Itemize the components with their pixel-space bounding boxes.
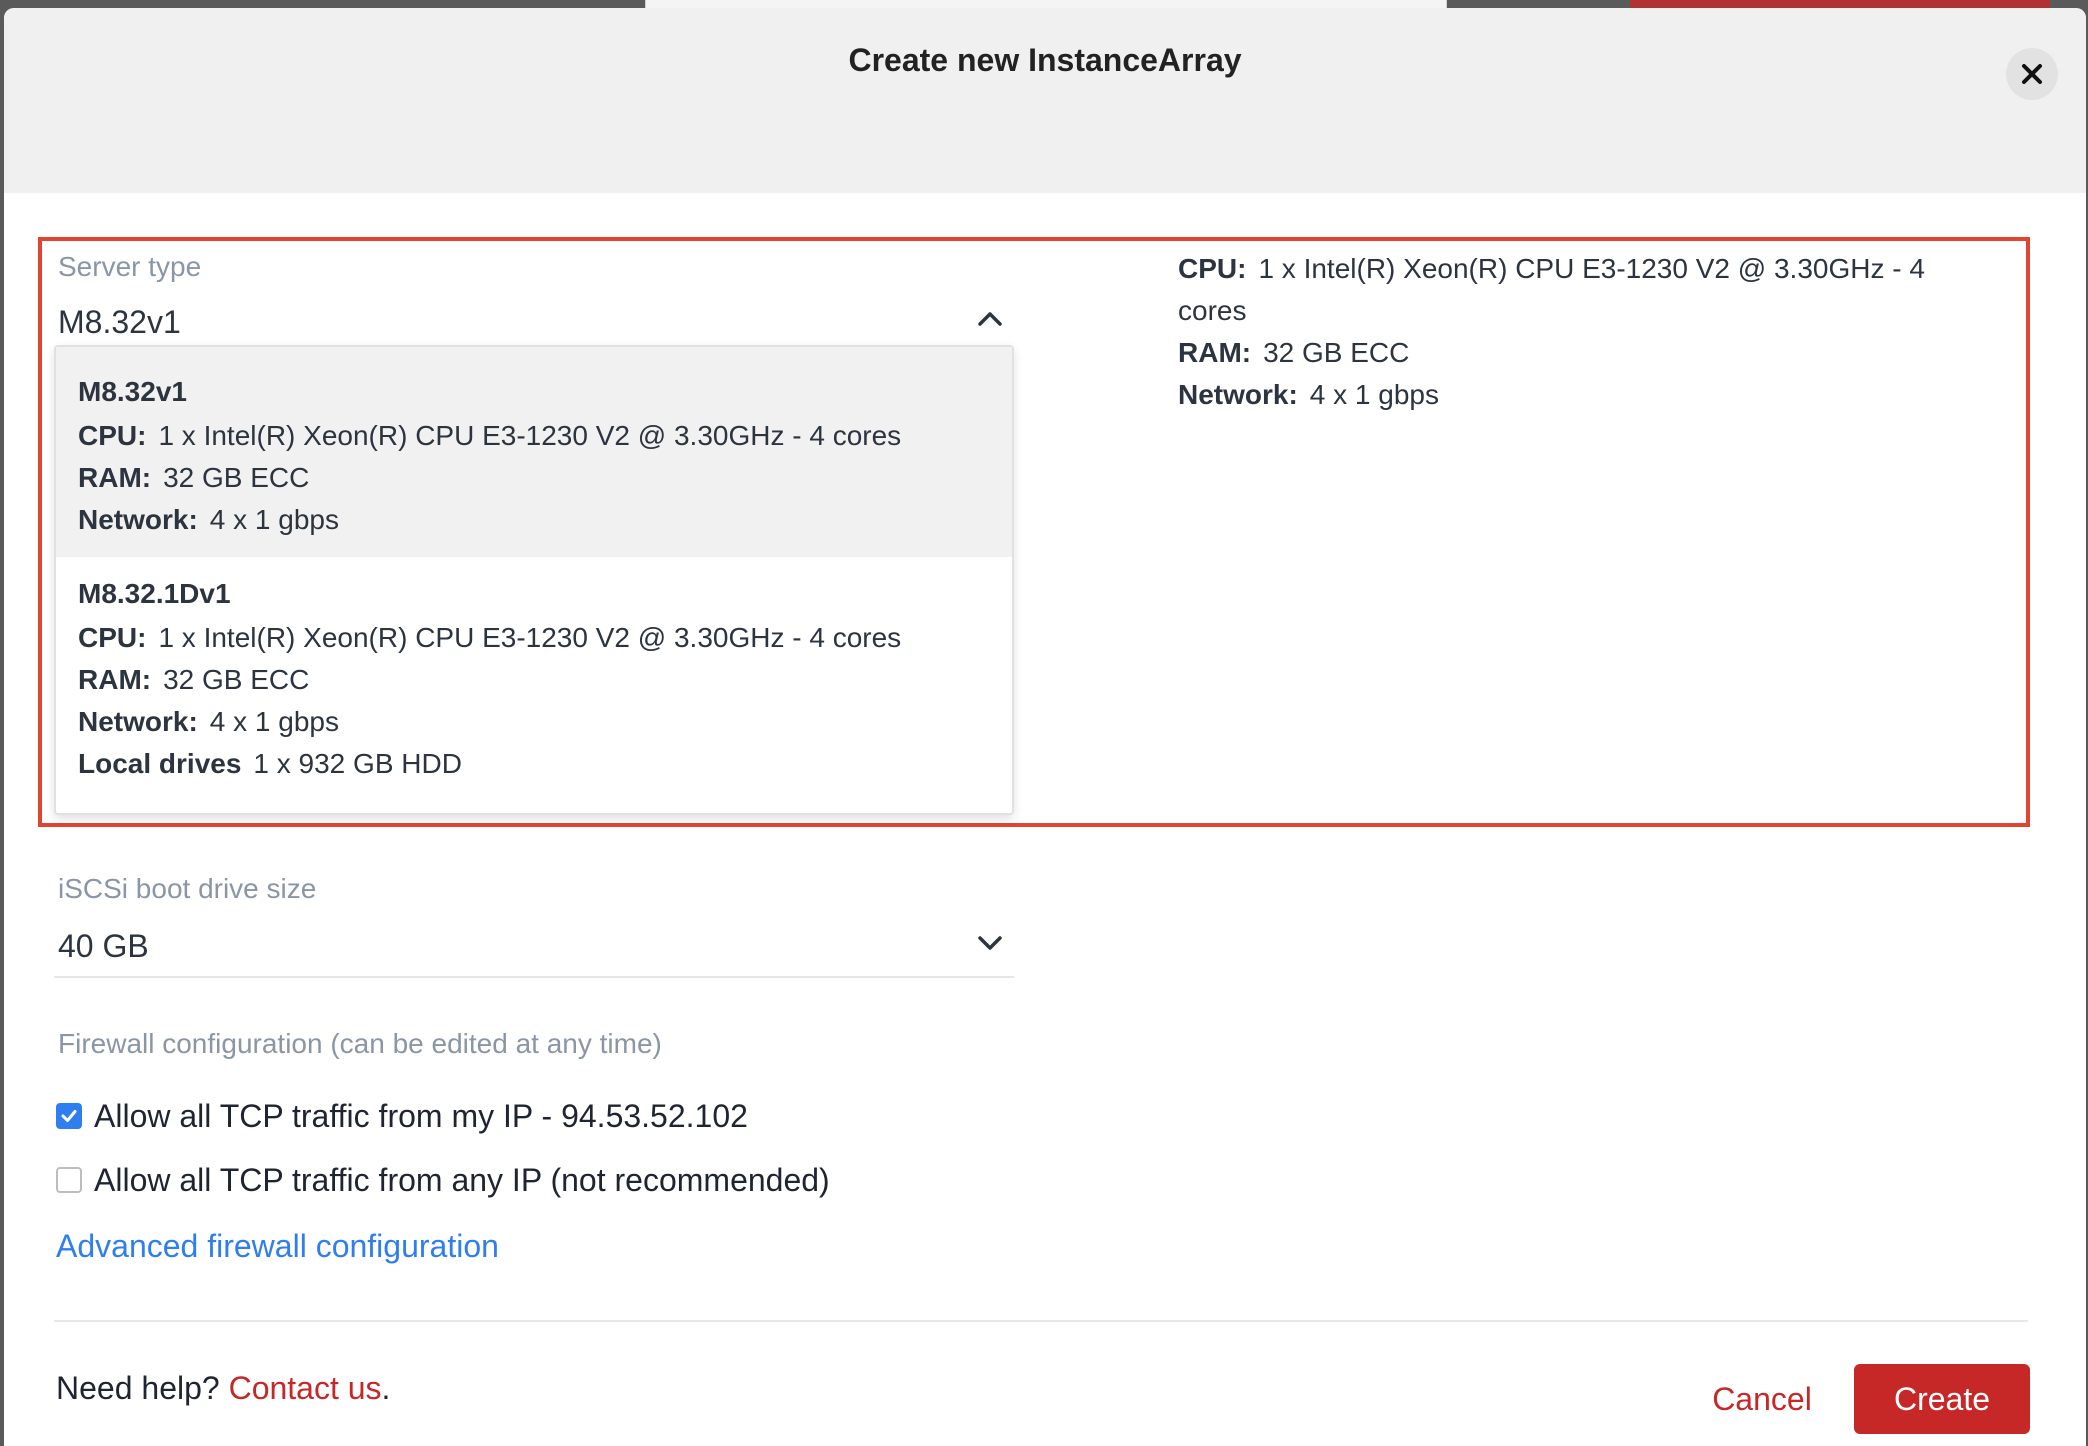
- allow-my-ip-checkbox[interactable]: [56, 1103, 82, 1129]
- modal-title: Create new InstanceArray: [848, 42, 1242, 78]
- advanced-firewall-link[interactable]: Advanced firewall configuration: [56, 1228, 499, 1265]
- background-accent: [1630, 0, 2050, 8]
- option-name: M8.32v1: [78, 376, 187, 407]
- create-button[interactable]: Create: [1854, 1364, 2030, 1434]
- footer-divider: [54, 1320, 2028, 1322]
- chevron-up-icon: [978, 312, 1002, 326]
- option-cpu: CPU: 1 x Intel(R) Xeon(R) CPU E3-1230 V2 …: [78, 420, 902, 451]
- boot-drive-select[interactable]: 40 GB: [54, 920, 1014, 978]
- server-type-summary: CPU: 1 x Intel(R) Xeon(R) CPU E3-1230 V2 …: [1178, 248, 1998, 416]
- chevron-down-icon: [978, 936, 1002, 950]
- modal-header: Create new InstanceArray: [4, 8, 2086, 193]
- boot-drive-label: iSCSi boot drive size: [58, 873, 317, 904]
- server-type-select[interactable]: M8.32v1: [54, 296, 1014, 352]
- summary-cpu: CPU: 1 x Intel(R) Xeon(R) CPU E3-1230 V2 …: [1178, 253, 1925, 326]
- server-type-label: Server type: [58, 251, 202, 282]
- close-button[interactable]: [2006, 48, 2058, 100]
- allow-any-ip-checkbox-row[interactable]: Allow all TCP traffic from any IP (not r…: [56, 1160, 830, 1200]
- server-option-m8-32v1[interactable]: M8.32v1 CPU: 1 x Intel(R) Xeon(R) CPU E3-…: [56, 347, 1012, 557]
- option-cpu: CPU: 1 x Intel(R) Xeon(R) CPU E3-1230 V2 …: [78, 622, 902, 653]
- firewall-label: Firewall configuration (can be edited at…: [58, 1028, 662, 1059]
- allow-my-ip-label: Allow all TCP traffic from my IP - 94.53…: [94, 1097, 748, 1134]
- option-ram: RAM: 32 GB ECC: [78, 664, 310, 695]
- check-icon: [61, 1110, 77, 1122]
- server-type-dropdown: M8.32v1 CPU: 1 x Intel(R) Xeon(R) CPU E3-…: [54, 345, 1014, 815]
- boot-drive-value: 40 GB: [58, 928, 149, 964]
- option-name: M8.32.1Dv1: [78, 578, 231, 609]
- close-icon: [2022, 64, 2042, 84]
- option-network: Network: 4 x 1 gbps: [78, 504, 339, 535]
- option-network: Network: 4 x 1 gbps: [78, 706, 339, 737]
- option-ram: RAM: 32 GB ECC: [78, 462, 310, 493]
- server-type-value: M8.32v1: [58, 304, 181, 340]
- allow-my-ip-checkbox-row[interactable]: Allow all TCP traffic from my IP - 94.53…: [56, 1096, 748, 1136]
- contact-us-link[interactable]: Contact us: [229, 1370, 382, 1406]
- allow-any-ip-checkbox[interactable]: [56, 1167, 82, 1193]
- server-option-m8-32-1dv1[interactable]: M8.32.1Dv1 CPU: 1 x Intel(R) Xeon(R) CPU …: [56, 557, 1012, 813]
- cancel-button[interactable]: Cancel: [1692, 1364, 1832, 1434]
- summary-network: Network: 4 x 1 gbps: [1178, 379, 1439, 410]
- allow-any-ip-label: Allow all TCP traffic from any IP (not r…: [94, 1161, 830, 1198]
- help-text: Need help? Contact us.: [56, 1370, 391, 1406]
- summary-ram: RAM: 32 GB ECC: [1178, 337, 1410, 368]
- option-local-drives: Local drives 1 x 932 GB HDD: [78, 748, 462, 779]
